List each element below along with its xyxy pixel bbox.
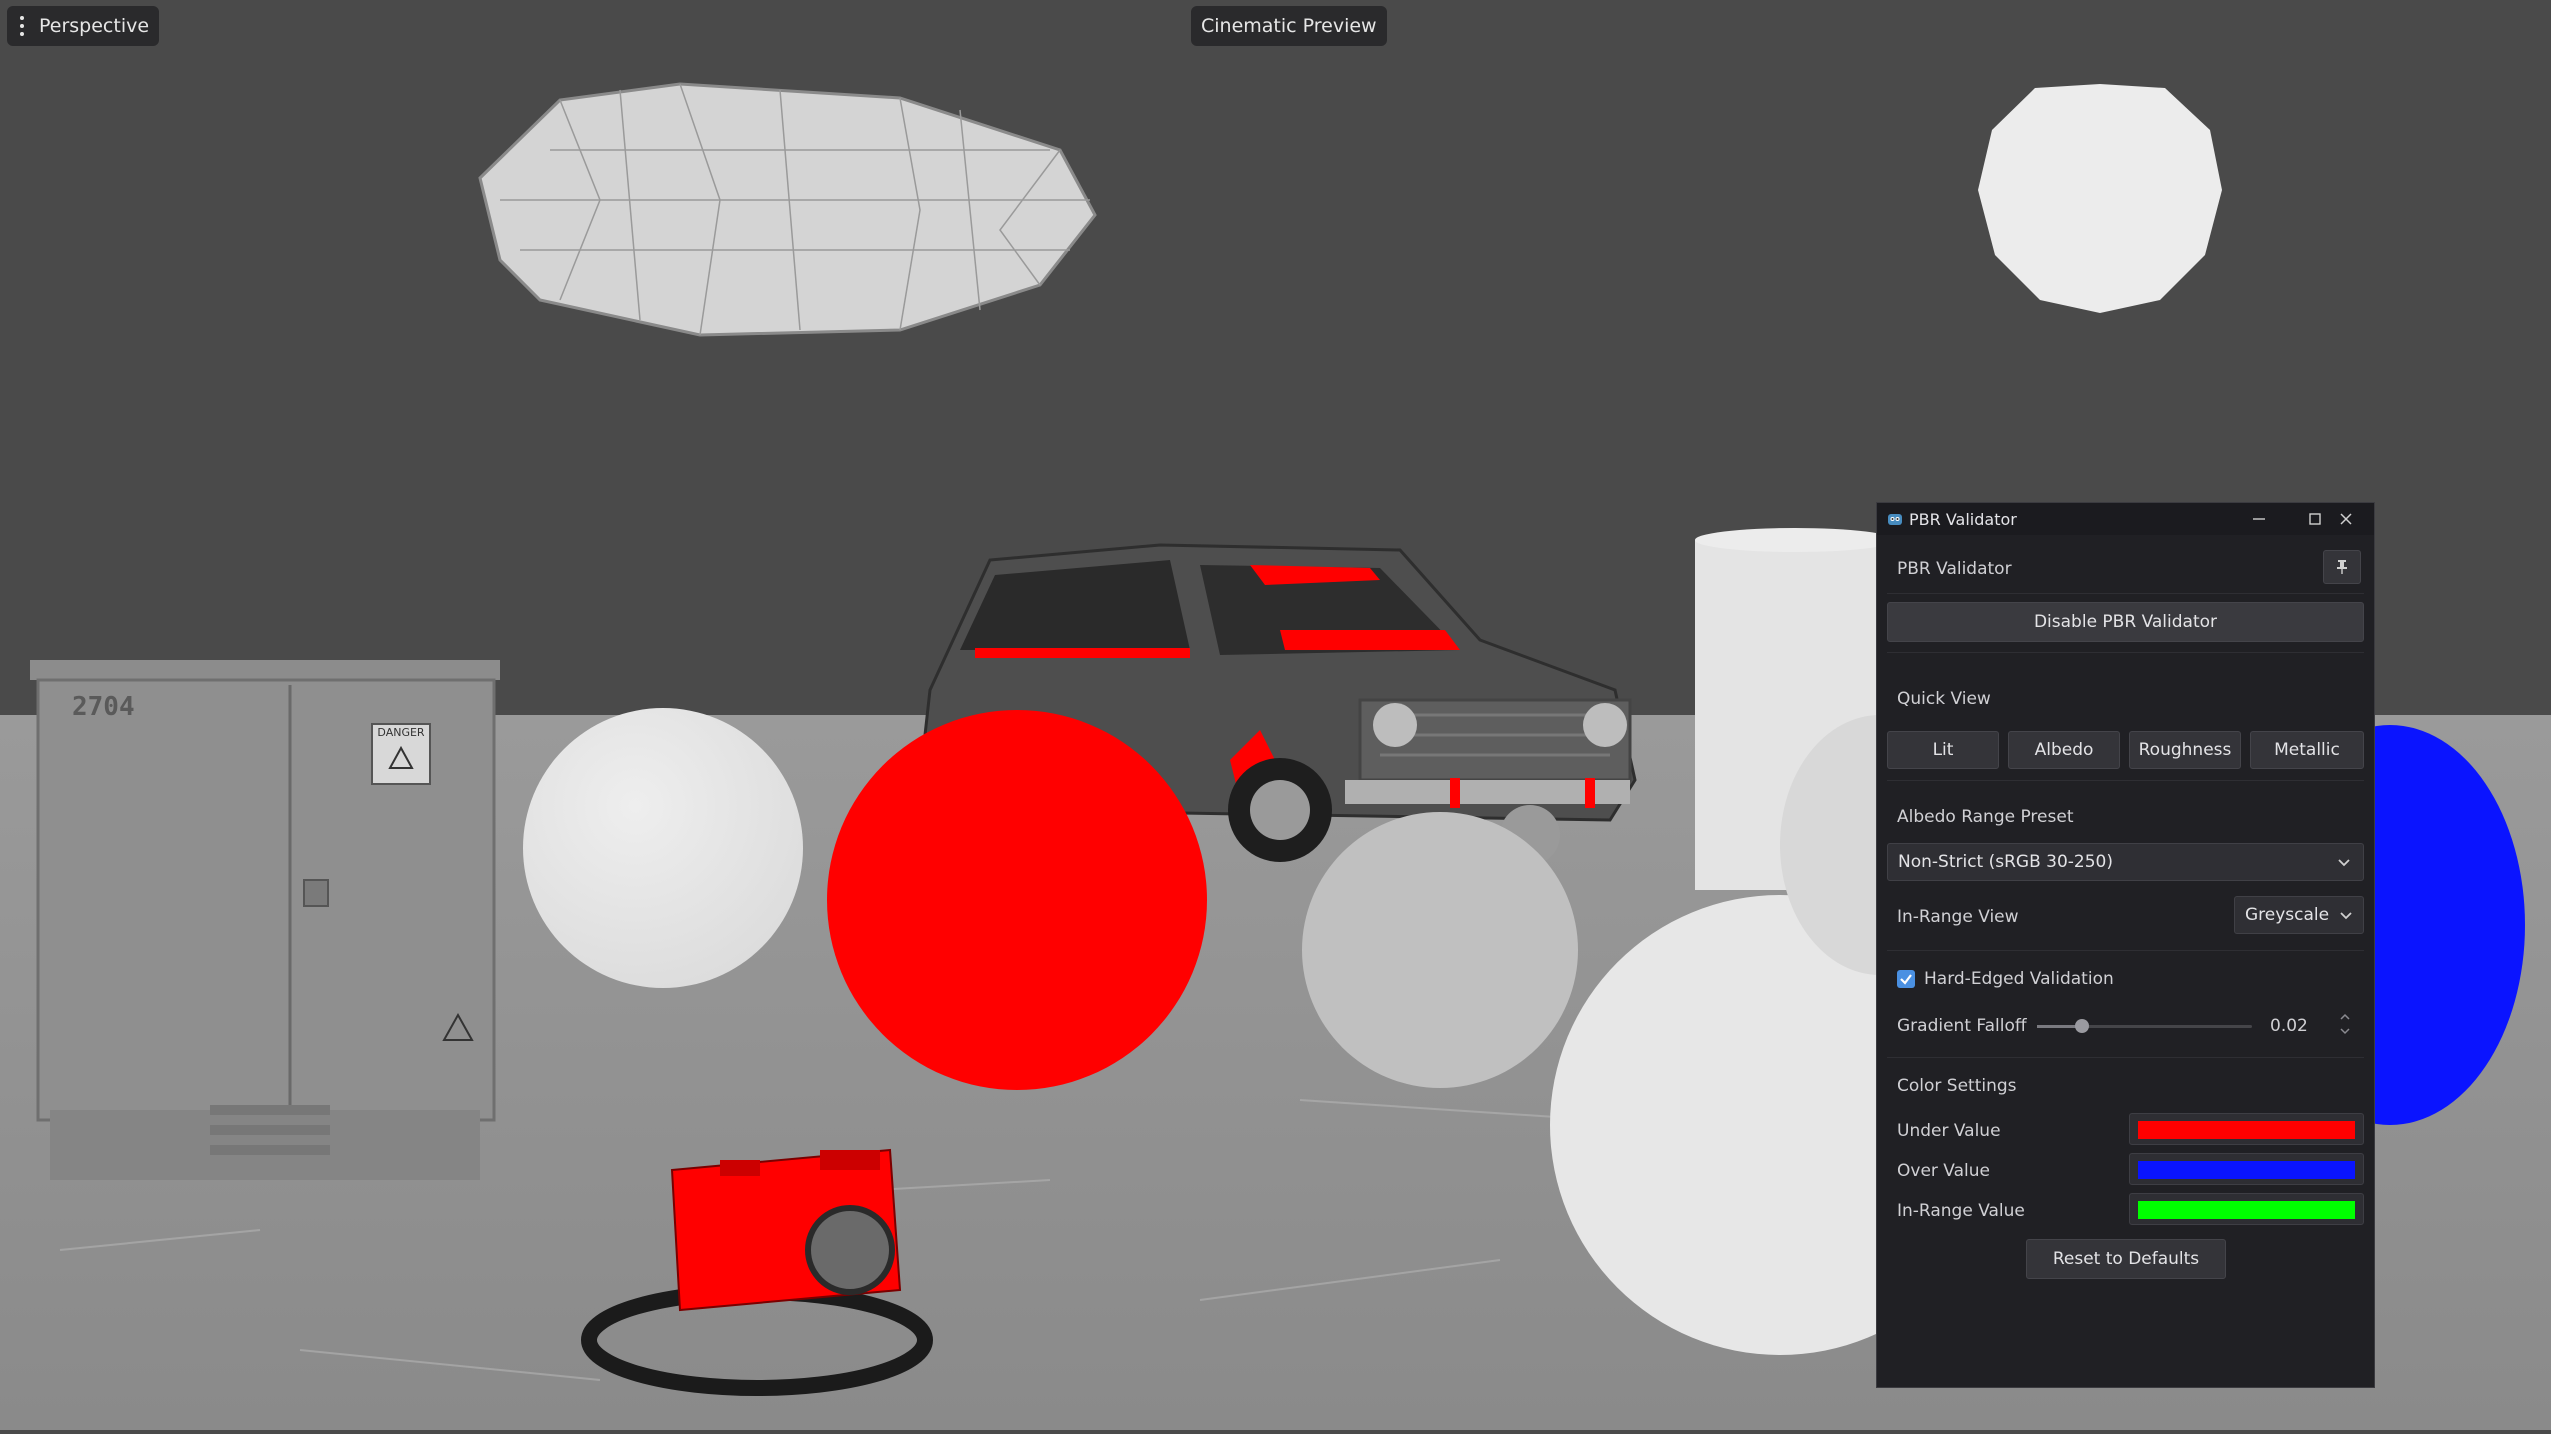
separator (1887, 950, 2364, 951)
in-range-value-label: In-Range Value (1897, 1201, 2025, 1221)
slider-handle[interactable] (2075, 1019, 2089, 1033)
under-value-color-picker[interactable] (2129, 1113, 2364, 1145)
separator (1887, 652, 2364, 653)
chevron-down-icon (2338, 859, 2350, 867)
cylinder-top (1695, 528, 1895, 552)
pbr-validator-window: PBR Validator PBR Validator Disable PBR … (1876, 502, 2375, 1388)
in-range-view-value: Greyscale (2245, 905, 2330, 925)
lit-label: Lit (1932, 740, 1954, 760)
albedo-range-preset-value: Non-Strict (sRGB 30-250) (1898, 852, 2113, 872)
disable-pbr-validator-label: Disable PBR Validator (2033, 612, 2218, 632)
reset-to-defaults-button[interactable]: Reset to Defaults (2026, 1239, 2226, 1279)
quick-view-albedo-button[interactable]: Albedo (2008, 731, 2120, 769)
in-range-view-label: In-Range View (1897, 907, 2019, 927)
window-title: PBR Validator (1909, 510, 2017, 529)
pin-button[interactable] (2323, 550, 2361, 584)
window-titlebar[interactable]: PBR Validator (1877, 503, 2374, 535)
hard-edged-validation-checkbox[interactable] (1897, 970, 1915, 988)
hard-edged-validation-label: Hard-Edged Validation (1924, 969, 2114, 989)
under-value-swatch (2138, 1121, 2355, 1139)
minimize-icon (2253, 518, 2265, 520)
gradient-falloff-value[interactable]: 0.02 (2270, 1016, 2308, 1036)
albedo-range-preset-dropdown[interactable]: Non-Strict (sRGB 30-250) (1887, 843, 2364, 881)
over-value-color-picker[interactable] (2129, 1153, 2364, 1185)
minimize-button[interactable] (2231, 503, 2287, 535)
separator (1887, 780, 2364, 781)
in-range-value-swatch (2138, 1201, 2355, 1219)
albedo-label: Albedo (2034, 740, 2094, 760)
grey-sphere-middle (1302, 812, 1578, 1088)
color-settings-title: Color Settings (1897, 1076, 2017, 1096)
separator (1887, 1057, 2364, 1058)
roughness-label: Roughness (2138, 740, 2232, 760)
electrical-cabinet: DANGER 2704 (30, 660, 500, 1180)
svg-text:2704: 2704 (72, 692, 135, 722)
checkmark-icon (1900, 974, 1912, 985)
reset-to-defaults-label: Reset to Defaults (2052, 1249, 2200, 1269)
albedo-range-preset-title: Albedo Range Preset (1897, 807, 2074, 827)
svg-text:DANGER: DANGER (377, 726, 425, 739)
separator (1887, 593, 2364, 594)
quick-view-lit-button[interactable]: Lit (1887, 731, 1999, 769)
quick-view-title: Quick View (1897, 689, 1991, 709)
quick-view-metallic-button[interactable]: Metallic (2250, 731, 2364, 769)
godot-app-icon (1888, 514, 1902, 525)
close-icon (2340, 513, 2352, 525)
in-range-value-color-picker[interactable] (2129, 1193, 2364, 1225)
gradient-falloff-label: Gradient Falloff (1897, 1016, 2027, 1036)
perspective-label: Perspective (39, 15, 150, 37)
spinbox-arrows-icon[interactable] (2339, 1011, 2351, 1037)
over-value-swatch (2138, 1161, 2355, 1179)
cinematic-preview-button[interactable]: Cinematic Preview (1191, 6, 1387, 46)
perspective-menu-button[interactable]: Perspective (7, 6, 160, 46)
gradient-falloff-slider[interactable] (2037, 1019, 2252, 1033)
window-content: PBR Validator Disable PBR Validator Quic… (1877, 535, 2374, 1387)
white-sphere-left (523, 708, 803, 988)
in-range-view-dropdown[interactable]: Greyscale (2234, 896, 2364, 934)
metallic-label: Metallic (2274, 740, 2340, 760)
close-button[interactable] (2318, 503, 2374, 535)
chevron-down-icon (2340, 912, 2352, 920)
disable-pbr-validator-button[interactable]: Disable PBR Validator (1887, 602, 2364, 642)
red-sphere (827, 710, 1207, 1090)
panel-title: PBR Validator (1897, 559, 2012, 579)
cinematic-preview-label: Cinematic Preview (1201, 15, 1377, 37)
under-value-label: Under Value (1897, 1121, 2001, 1141)
quick-view-roughness-button[interactable]: Roughness (2129, 731, 2241, 769)
over-value-label: Over Value (1897, 1161, 1990, 1181)
kebab-menu-icon (13, 14, 31, 38)
pin-icon (2337, 560, 2347, 574)
